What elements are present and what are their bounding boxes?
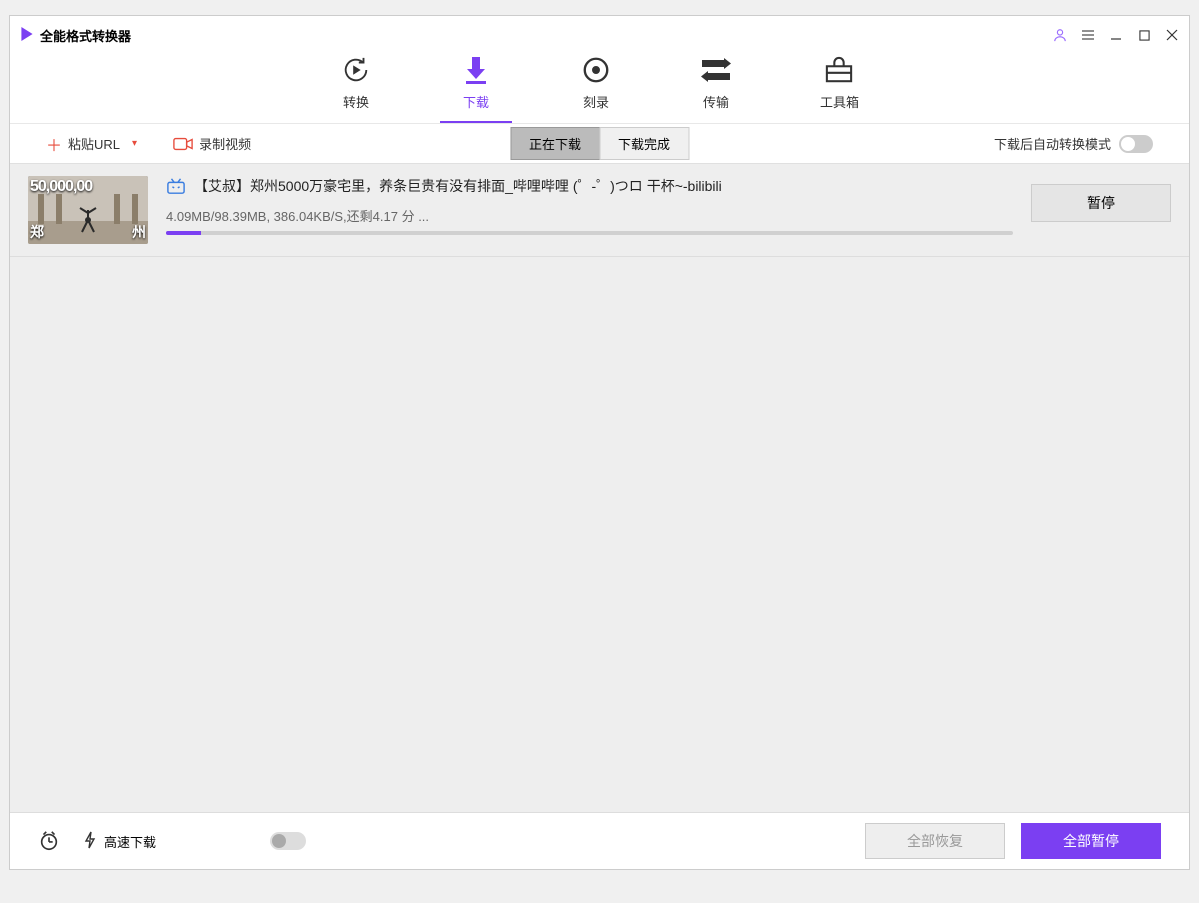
main-nav: 转换 下载 刻录 传输 工具箱 [10,54,1189,124]
auto-convert-toggle[interactable] [1119,135,1153,153]
high-speed-label: 高速下载 [84,831,156,852]
thumb-overlay-text: 郑 [30,222,44,242]
convert-icon [340,54,372,86]
download-list: 50,000,00 郑 州 【艾叔】郑州5000万豪宅里，养条巨贵有没有排面_哔… [10,164,1189,813]
paste-url-label: 粘贴URL [68,134,120,153]
thumb-overlay-text: 州 [132,222,146,242]
minimize-icon[interactable] [1109,28,1123,42]
app-logo-icon [20,25,34,46]
nav-toolbox[interactable]: 工具箱 [800,54,879,111]
toolbox-icon [823,54,855,86]
thumb-overlay-text: 50,000,00 [30,178,92,196]
nav-transfer[interactable]: 传输 [680,54,752,111]
chevron-down-icon: ▾ [132,138,137,149]
restore-all-button[interactable]: 全部恢复 [865,823,1005,859]
user-icon[interactable] [1053,28,1067,42]
close-icon[interactable] [1165,28,1179,42]
nav-label: 传输 [703,92,729,111]
tab-downloading[interactable]: 正在下载 [510,127,599,160]
download-stats: 4.09MB/98.39MB, 386.04KB/S,还剩4.17 分 ... [166,206,1013,225]
toolbar: ＋ 粘贴URL ▾ 录制视频 正在下载 下载完成 下载后自动转换模式 [10,124,1189,164]
progress-bar-fill [166,231,201,235]
burn-icon [580,54,612,86]
paste-url-button[interactable]: ＋ 粘贴URL ▾ [46,132,137,156]
bilibili-icon [166,177,186,195]
record-video-button[interactable]: 录制视频 [173,134,251,153]
download-title: 【艾叔】郑州5000万豪宅里，养条巨贵有没有排面_哔哩哔哩 (゜-゜)つロ 干杯… [194,176,722,196]
app-window: 全能格式转换器 转换 [9,15,1190,870]
record-video-label: 录制视频 [199,134,251,153]
camera-icon [173,137,193,151]
title-bar: 全能格式转换器 [10,16,1189,54]
download-status-tabs: 正在下载 下载完成 [510,127,689,160]
nav-label: 工具箱 [820,92,859,111]
footer: 高速下载 全部恢复 全部暂停 [10,813,1189,869]
high-speed-toggle[interactable] [270,832,306,850]
bolt-icon [84,831,96,852]
nav-label: 刻录 [583,92,609,111]
nav-burn[interactable]: 刻录 [560,54,632,111]
pause-all-button[interactable]: 全部暂停 [1021,823,1161,859]
maximize-icon[interactable] [1137,28,1151,42]
nav-label: 转换 [343,92,369,111]
speed-text: 高速下载 [104,832,156,851]
download-icon [460,54,492,86]
tab-done[interactable]: 下载完成 [599,127,689,160]
nav-convert[interactable]: 转换 [320,54,392,111]
download-item: 50,000,00 郑 州 【艾叔】郑州5000万豪宅里，养条巨贵有没有排面_哔… [10,164,1189,257]
download-info: 【艾叔】郑州5000万豪宅里，养条巨贵有没有排面_哔哩哔哩 (゜-゜)つロ 干杯… [166,176,1013,235]
nav-label: 下载 [463,92,489,111]
video-thumbnail: 50,000,00 郑 州 [28,176,148,244]
schedule-icon[interactable] [38,830,60,852]
menu-icon[interactable] [1081,28,1095,42]
app-title: 全能格式转换器 [40,26,131,45]
pause-button[interactable]: 暂停 [1031,184,1171,222]
auto-convert-label: 下载后自动转换模式 [994,134,1111,153]
plus-icon: ＋ [46,132,62,156]
nav-download[interactable]: 下载 [440,54,512,111]
transfer-icon [700,54,732,86]
progress-bar-track [166,231,1013,235]
